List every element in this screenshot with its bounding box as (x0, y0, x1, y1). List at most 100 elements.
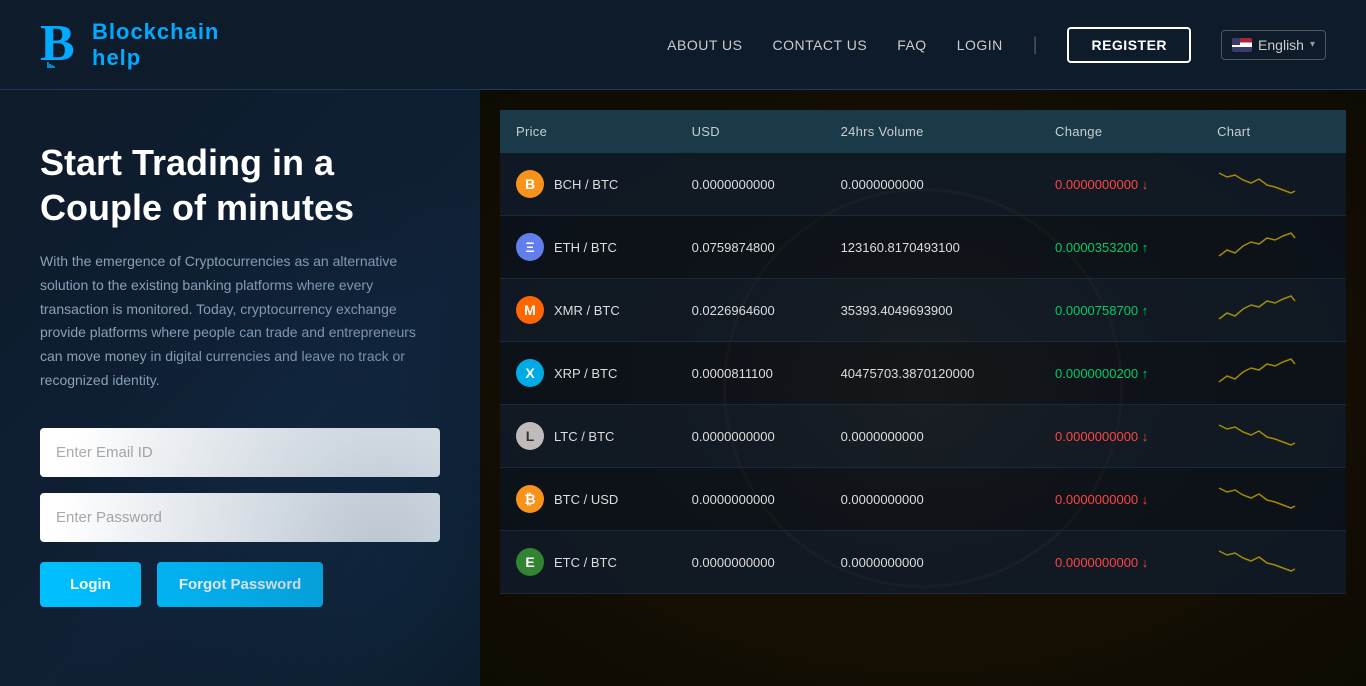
change-cell: 0.0000000000 ↓ (1039, 468, 1201, 531)
pair-label: ETC / BTC (554, 555, 617, 570)
table-row: M XMR / BTC 0.0226964600 35393.404969390… (500, 279, 1346, 342)
change-cell: 0.0000000000 ↓ (1039, 153, 1201, 216)
volume-cell: 0.0000000000 (825, 531, 1039, 594)
change-cell: 0.0000000000 ↓ (1039, 531, 1201, 594)
col-usd: USD (676, 110, 825, 153)
col-chart: Chart (1201, 110, 1346, 153)
table-header-row: Price USD 24hrs Volume Change Chart (500, 110, 1346, 153)
right-panel: Price USD 24hrs Volume Change Chart B BC… (480, 90, 1366, 686)
chart-cell (1201, 531, 1346, 594)
button-row: Login Forgot Password (40, 562, 440, 607)
table-row: E ETC / BTC 0.0000000000 0.0000000000 0.… (500, 531, 1346, 594)
change-cell: 0.0000353200 ↑ (1039, 216, 1201, 279)
col-change: Change (1039, 110, 1201, 153)
coin-icon-btc: ₿ (516, 485, 544, 513)
hero-title: Start Trading in a Couple of minutes (40, 140, 440, 230)
logo-line1: Blockchain (92, 19, 219, 45)
pair-label: XRP / BTC (554, 366, 617, 381)
pair-label: ETH / BTC (554, 240, 617, 255)
change-cell: 0.0000000000 ↓ (1039, 405, 1201, 468)
pair-cell: X XRP / BTC (500, 342, 676, 405)
chart-cell (1201, 216, 1346, 279)
volume-cell: 123160.8170493100 (825, 216, 1039, 279)
flag-icon (1232, 38, 1252, 52)
mini-chart (1217, 354, 1297, 389)
price-cell: 0.0000000000 (676, 405, 825, 468)
language-label: English (1258, 37, 1304, 53)
col-price: Price (500, 110, 676, 153)
table-row: X XRP / BTC 0.0000811100 40475703.387012… (500, 342, 1346, 405)
volume-cell: 0.0000000000 (825, 153, 1039, 216)
login-button[interactable]: Login (40, 562, 141, 607)
pair-cell: M XMR / BTC (500, 279, 676, 342)
table-head: Price USD 24hrs Volume Change Chart (500, 110, 1346, 153)
volume-cell: 35393.4049693900 (825, 279, 1039, 342)
chart-cell (1201, 468, 1346, 531)
pair-cell: B BCH / BTC (500, 153, 676, 216)
chart-cell (1201, 342, 1346, 405)
pair-cell: Ξ ETH / BTC (500, 216, 676, 279)
logo-line2: help (92, 45, 219, 71)
chart-cell (1201, 279, 1346, 342)
pair-label: BCH / BTC (554, 177, 618, 192)
price-cell: 0.0759874800 (676, 216, 825, 279)
header: B Blockchain help ABOUT US CONTACT US FA… (0, 0, 1366, 90)
crypto-table: Price USD 24hrs Volume Change Chart B BC… (500, 110, 1346, 594)
mini-chart (1217, 480, 1297, 515)
chart-cell (1201, 153, 1346, 216)
coin-icon-eth: Ξ (516, 233, 544, 261)
svg-text:B: B (40, 15, 75, 68)
col-volume: 24hrs Volume (825, 110, 1039, 153)
mini-chart (1217, 543, 1297, 578)
chart-cell (1201, 405, 1346, 468)
mini-chart (1217, 228, 1297, 263)
price-cell: 0.0000000000 (676, 153, 825, 216)
mini-chart (1217, 165, 1297, 200)
volume-cell: 40475703.3870120000 (825, 342, 1039, 405)
coin-icon-etc: E (516, 548, 544, 576)
left-panel: Start Trading in a Couple of minutes Wit… (0, 90, 480, 686)
mini-chart (1217, 417, 1297, 452)
logo-text: Blockchain help (92, 19, 219, 71)
main-layout: Start Trading in a Couple of minutes Wit… (0, 90, 1366, 686)
nav-login[interactable]: LOGIN (957, 37, 1003, 53)
main-nav: ABOUT US CONTACT US FAQ LOGIN | REGISTER… (667, 27, 1326, 63)
price-cell: 0.0000000000 (676, 531, 825, 594)
price-cell: 0.0226964600 (676, 279, 825, 342)
table-body: B BCH / BTC 0.0000000000 0.0000000000 0.… (500, 153, 1346, 594)
pair-cell: E ETC / BTC (500, 531, 676, 594)
mini-chart (1217, 291, 1297, 326)
chevron-down-icon: ▾ (1310, 39, 1315, 50)
pair-label: XMR / BTC (554, 303, 620, 318)
pair-cell: L LTC / BTC (500, 405, 676, 468)
price-cell: 0.0000811100 (676, 342, 825, 405)
coin-icon-bch: B (516, 170, 544, 198)
nav-contact[interactable]: CONTACT US (772, 37, 867, 53)
coin-icon-xrp: X (516, 359, 544, 387)
nav-about[interactable]: ABOUT US (667, 37, 742, 53)
password-input[interactable] (40, 493, 440, 542)
table-row: ₿ BTC / USD 0.0000000000 0.0000000000 0.… (500, 468, 1346, 531)
logo-icon: B (40, 12, 84, 77)
nav-divider: | (1033, 34, 1038, 55)
hero-description: With the emergence of Cryptocurrencies a… (40, 250, 440, 393)
volume-cell: 0.0000000000 (825, 405, 1039, 468)
table-row: Ξ ETH / BTC 0.0759874800 123160.81704931… (500, 216, 1346, 279)
pair-cell: ₿ BTC / USD (500, 468, 676, 531)
change-cell: 0.0000758700 ↑ (1039, 279, 1201, 342)
nav-faq[interactable]: FAQ (897, 37, 927, 53)
coin-icon-ltc: L (516, 422, 544, 450)
pair-label: LTC / BTC (554, 429, 614, 444)
logo[interactable]: B Blockchain help (40, 12, 219, 77)
email-input[interactable] (40, 428, 440, 477)
coin-icon-xmr: M (516, 296, 544, 324)
table-row: B BCH / BTC 0.0000000000 0.0000000000 0.… (500, 153, 1346, 216)
forgot-password-button[interactable]: Forgot Password (157, 562, 324, 607)
price-cell: 0.0000000000 (676, 468, 825, 531)
register-button[interactable]: REGISTER (1067, 27, 1191, 63)
language-selector[interactable]: English ▾ (1221, 30, 1326, 60)
pair-label: BTC / USD (554, 492, 618, 507)
change-cell: 0.0000000200 ↑ (1039, 342, 1201, 405)
table-row: L LTC / BTC 0.0000000000 0.0000000000 0.… (500, 405, 1346, 468)
crypto-table-wrapper: Price USD 24hrs Volume Change Chart B BC… (500, 110, 1346, 594)
